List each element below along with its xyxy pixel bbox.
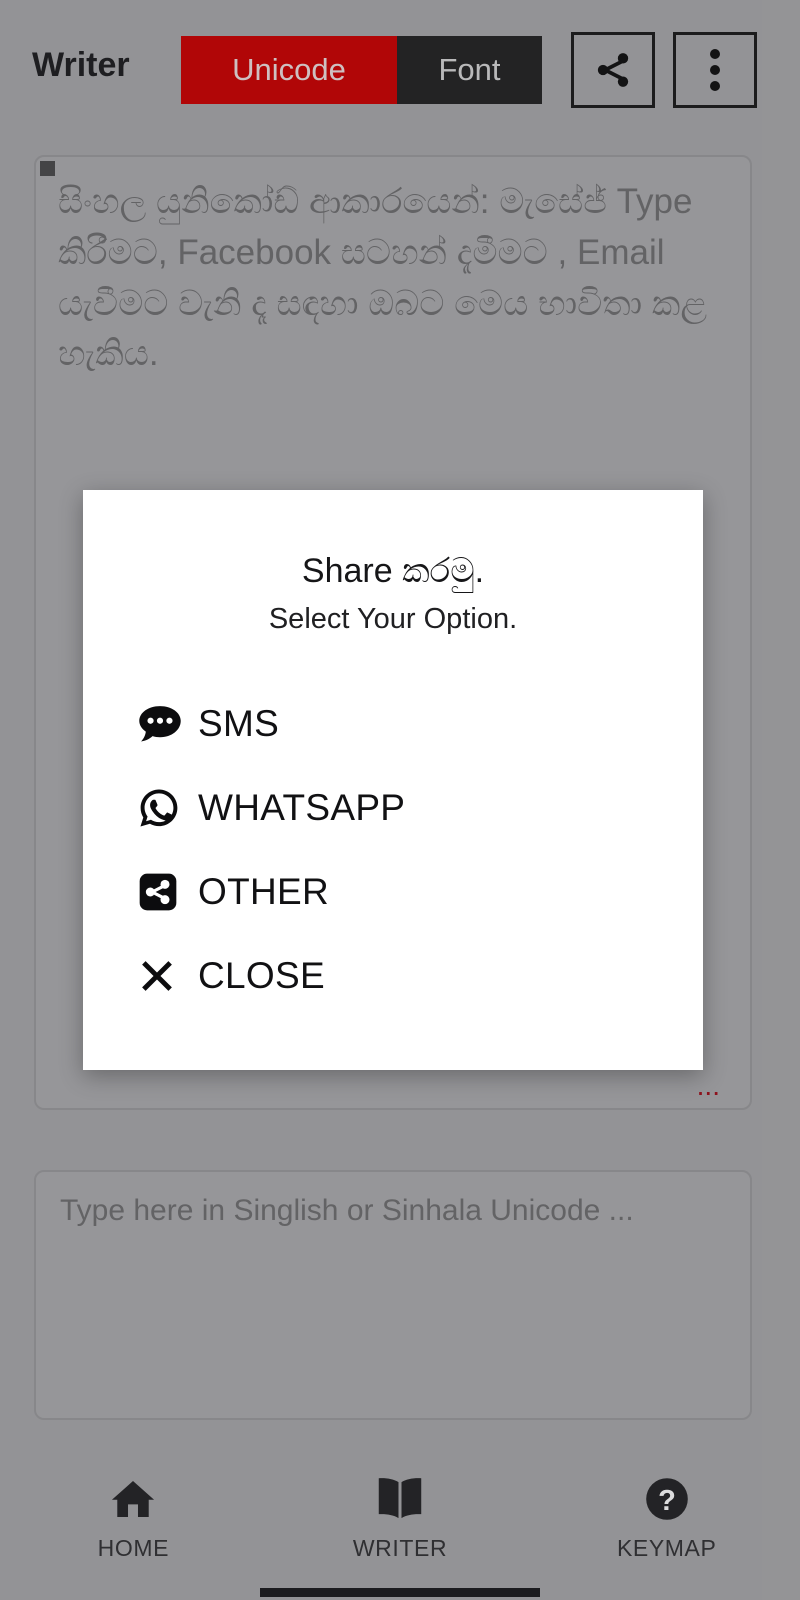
option-close[interactable]: CLOSE <box>138 934 703 1018</box>
option-other[interactable]: OTHER <box>138 850 703 934</box>
option-label-close: CLOSE <box>198 955 325 996</box>
share-square-icon <box>138 872 190 912</box>
whatsapp-icon <box>138 787 190 829</box>
dialog-options-list: SMS WHATSAPP OTHER CLOSE <box>83 682 703 1018</box>
option-sms[interactable]: SMS <box>138 682 703 766</box>
option-label-sms: SMS <box>198 703 280 744</box>
close-icon <box>138 957 190 995</box>
option-label-other: OTHER <box>198 871 329 912</box>
comment-dots-icon <box>138 704 190 744</box>
dialog-subtitle: Select Your Option. <box>268 603 518 635</box>
option-label-whatsapp: WHATSAPP <box>198 787 406 828</box>
share-dialog: Share කරමු. Select Your Option. SMS WHAT… <box>83 490 703 1070</box>
option-whatsapp[interactable]: WHATSAPP <box>138 766 703 850</box>
dialog-title: Share කරමු. <box>301 552 485 590</box>
